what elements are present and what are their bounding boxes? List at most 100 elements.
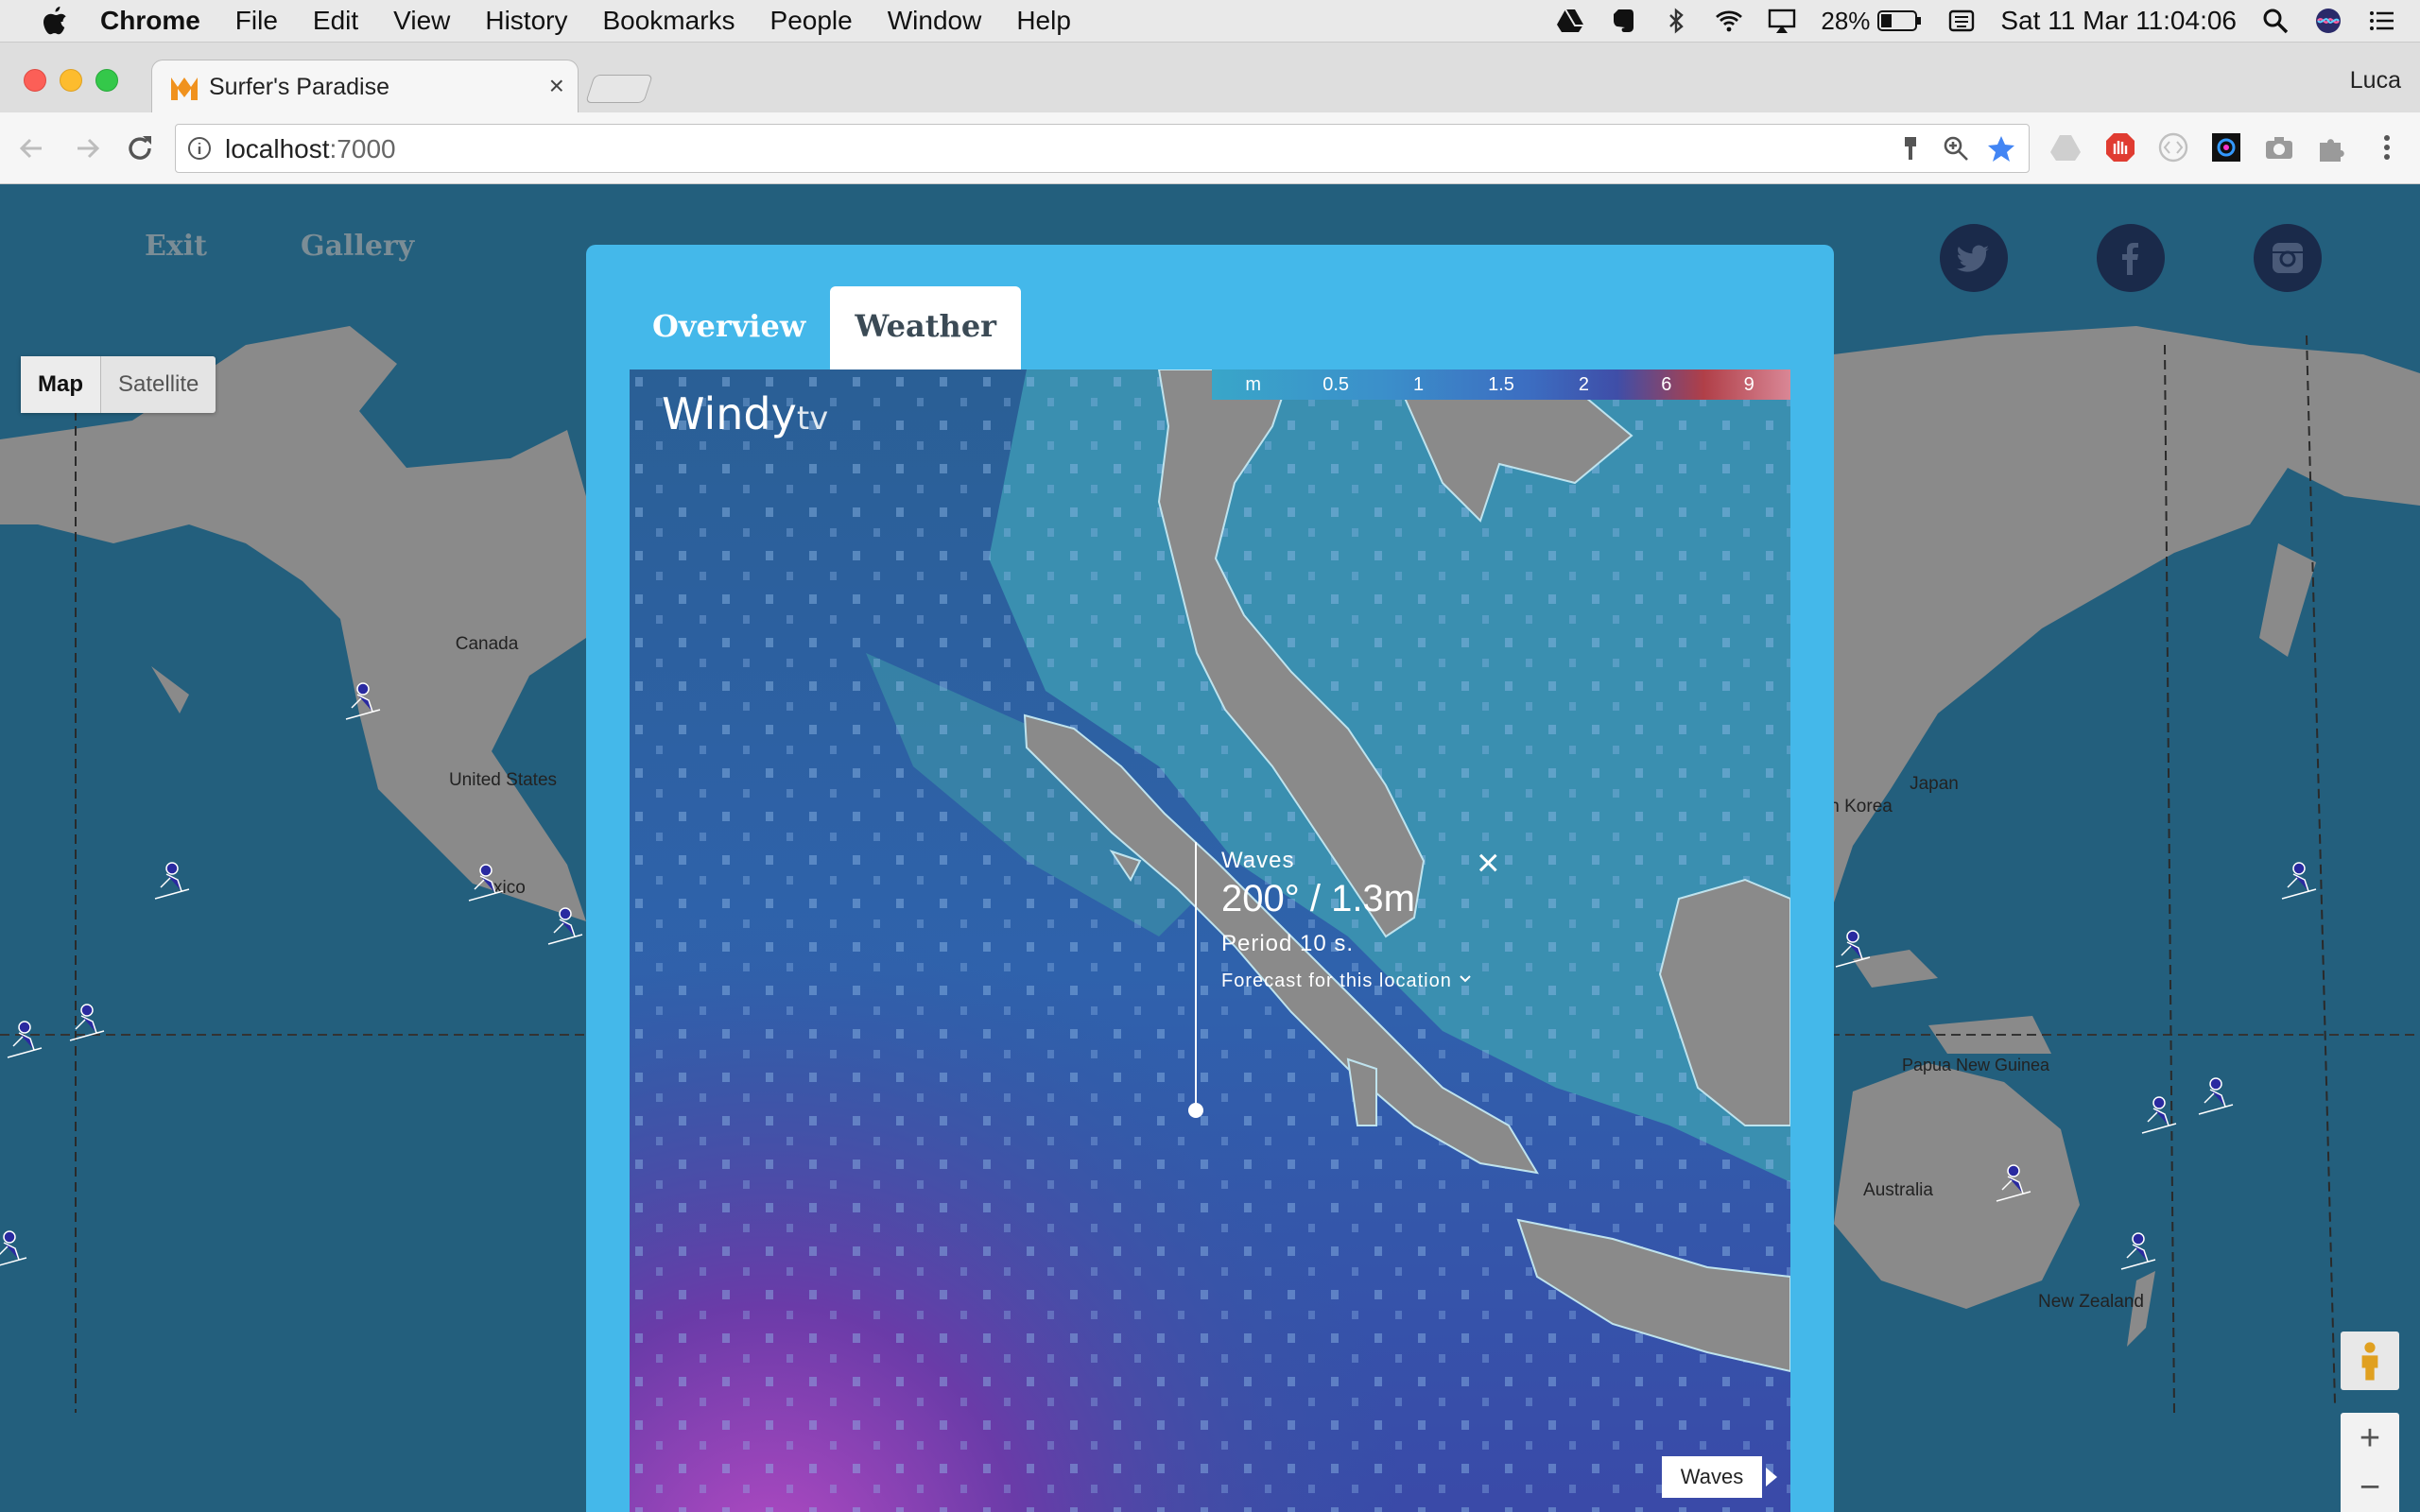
profile-button[interactable]: Luca <box>2350 67 2401 94</box>
zoom-out-button[interactable]: − <box>2341 1464 2399 1511</box>
site-info-icon[interactable] <box>187 136 212 161</box>
legend-value: 6 <box>1661 374 1672 395</box>
forecast-link-label: Forecast for this location <box>1221 971 1452 991</box>
map-label-canada: Canada <box>456 634 519 654</box>
facebook-button[interactable] <box>2097 224 2165 292</box>
windy-logo[interactable]: Windytv <box>662 388 828 439</box>
map-type-map-button[interactable]: Map <box>21 356 101 413</box>
map-label-mexico: xico <box>493 878 526 898</box>
tab-weather[interactable]: Weather <box>830 286 1022 369</box>
google-drive-extension-icon[interactable] <box>2049 131 2082 163</box>
color-picker-extension-icon[interactable] <box>2210 131 2242 163</box>
new-tab-button[interactable] <box>585 75 653 103</box>
browser-tabstrip: Surfer's Paradise × Luca <box>0 43 2420 115</box>
map-type-control: Map Satellite <box>21 356 216 413</box>
instagram-button[interactable] <box>2254 224 2322 292</box>
map-label-new-zealand: New Zealand <box>2038 1292 2144 1312</box>
battery-icon[interactable] <box>1877 9 1923 32</box>
evernote-icon[interactable] <box>1609 7 1637 35</box>
siri-icon[interactable] <box>2314 7 2342 35</box>
back-arrow-icon[interactable] <box>13 129 51 167</box>
wifi-icon[interactable] <box>1715 7 1743 35</box>
popup-pointer-line <box>1195 842 1197 1107</box>
tab-title: Surfer's Paradise <box>209 74 389 100</box>
airplay-icon[interactable] <box>1768 7 1796 35</box>
exit-link[interactable]: Exit <box>145 230 207 263</box>
reload-icon[interactable] <box>121 129 159 167</box>
legend-value: 1.5 <box>1488 374 1514 395</box>
chevron-down-icon <box>1460 975 1472 983</box>
menu-window[interactable]: Window <box>888 6 982 36</box>
status-area: 28% Sat 11 Mar 11:04:06 <box>1556 0 2420 42</box>
tab-overview[interactable]: Overview <box>628 286 830 369</box>
notification-center-icon[interactable] <box>2367 7 2395 35</box>
location-pin-dot <box>1188 1103 1203 1118</box>
address-url[interactable]: localhost:7000 <box>225 134 396 164</box>
extension-puzzle-icon[interactable] <box>2316 131 2348 163</box>
map-type-satellite-button[interactable]: Satellite <box>101 356 216 413</box>
windy-brand-suffix: tv <box>796 400 829 438</box>
window-zoom-button[interactable] <box>95 69 118 92</box>
url-host: localhost <box>225 134 330 163</box>
menu-bookmarks[interactable]: Bookmarks <box>602 6 735 36</box>
menu-app-chrome[interactable]: Chrome <box>100 6 200 36</box>
adblock-extension-icon[interactable] <box>2104 131 2136 163</box>
zoom-icon[interactable] <box>1942 134 1970 163</box>
legend-value: 1 <box>1412 374 1425 395</box>
battery-percent: 28% <box>1821 6 1871 35</box>
legend-value: 9 <box>1743 374 1754 395</box>
map-label-japan: Japan <box>1910 774 1959 794</box>
address-bar[interactable]: localhost:7000 <box>175 124 2030 173</box>
layer-selector-button[interactable]: Waves <box>1662 1456 1762 1498</box>
popup-layer-label: Waves <box>1221 848 1295 873</box>
instagram-icon <box>2273 243 2303 273</box>
macos-menubar: Chrome File Edit View History Bookmarks … <box>0 0 2420 43</box>
apple-icon[interactable] <box>38 5 68 37</box>
modal-tabs: Overview Weather <box>628 286 1022 369</box>
bookmark-star-icon[interactable] <box>1987 134 2015 163</box>
window-close-button[interactable] <box>24 69 46 92</box>
zoom-in-button[interactable]: + <box>2341 1413 2399 1464</box>
wave-height-map[interactable] <box>630 369 1790 1512</box>
street-view-pegman[interactable] <box>2341 1332 2399 1390</box>
code-extension-icon[interactable] <box>2157 131 2189 163</box>
popup-close-icon[interactable]: × <box>1477 840 1500 885</box>
menu-file[interactable]: File <box>235 6 278 36</box>
surf-spot-modal: Overview Weather m 0.5 1 1.5 2 6 9 Windy… <box>586 245 1834 1512</box>
chrome-menu-icon[interactable] <box>2371 131 2403 163</box>
windy-weather-map[interactable]: m 0.5 1 1.5 2 6 9 Windytv Waves 200° / 1… <box>630 369 1790 1512</box>
page-content: Canada United States xico Japan th Korea… <box>0 184 2420 1512</box>
gallery-link[interactable]: Gallery <box>301 230 414 263</box>
popup-wave-period: Period 10 s. <box>1221 931 1355 956</box>
map-label-united-states: United States <box>449 770 557 790</box>
keyboard-icon[interactable] <box>1947 7 1976 35</box>
menu-help[interactable]: Help <box>1016 6 1071 36</box>
map-label-papua-new-guinea: Papua New Guinea <box>1902 1056 2050 1074</box>
tab-close-icon[interactable]: × <box>549 71 564 101</box>
menu-people[interactable]: People <box>770 6 853 36</box>
google-drive-icon[interactable] <box>1556 7 1584 35</box>
menu-history[interactable]: History <box>485 6 567 36</box>
menu-edit[interactable]: Edit <box>313 6 358 36</box>
pegman-icon <box>2361 1342 2378 1381</box>
url-port: :7000 <box>329 134 396 163</box>
paint-brush-icon[interactable] <box>1896 134 1925 163</box>
forward-arrow-icon[interactable] <box>68 129 106 167</box>
layer-selector-arrow-icon[interactable] <box>1766 1468 1777 1486</box>
screenshot-camera-icon[interactable] <box>2263 131 2295 163</box>
forecast-link[interactable]: Forecast for this location <box>1221 971 1473 992</box>
twitter-button[interactable] <box>1940 224 2008 292</box>
browser-tab-active[interactable]: Surfer's Paradise × <box>151 60 579 115</box>
map-label-australia: Australia <box>1863 1180 1933 1200</box>
menu-view[interactable]: View <box>393 6 450 36</box>
bluetooth-icon[interactable] <box>1662 7 1690 35</box>
map-label-south-korea: th Korea <box>1824 797 1893 816</box>
browser-toolbar: localhost:7000 <box>0 112 2420 184</box>
clock[interactable]: Sat 11 Mar 11:04:06 <box>2000 6 2237 36</box>
zoom-control: + − <box>2341 1413 2399 1512</box>
legend-value: 0.5 <box>1322 374 1350 395</box>
window-minimize-button[interactable] <box>60 69 82 92</box>
facebook-icon <box>2122 243 2138 275</box>
spotlight-search-icon[interactable] <box>2261 7 2290 35</box>
windy-brand-name: Windy <box>662 388 797 439</box>
